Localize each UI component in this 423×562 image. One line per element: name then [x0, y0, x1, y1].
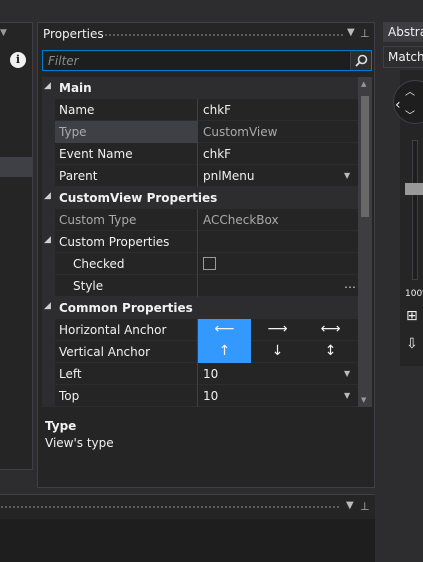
pin-icon[interactable]: ⊥ [360, 500, 370, 513]
collapse-icon[interactable]: ◢ [44, 81, 51, 91]
left-pane-header: ▼ [0, 23, 33, 47]
abstract-designer-tab[interactable]: Abstra [383, 22, 423, 42]
property-name: Checked [73, 257, 125, 271]
bottom-panel-grip[interactable] [0, 505, 340, 509]
titlebar-grip [104, 33, 344, 37]
property-value[interactable]: chkF [203, 103, 231, 117]
category-common-properties[interactable]: ◢ Common Properties [42, 297, 358, 319]
property-name: Top [59, 389, 80, 403]
arrow-down-icon: ↓ [271, 343, 284, 359]
arrow-left-icon: ⟵ [214, 321, 235, 337]
match-button[interactable]: Match [383, 46, 423, 68]
download-icon[interactable]: ⇩ [406, 336, 418, 352]
anchor-bottom-button[interactable]: ↓ [251, 341, 304, 363]
properties-window: Properties ▼ ⊥ Filter ◢ Main Name chkF T… [37, 22, 375, 488]
collapse-icon[interactable]: ◢ [44, 191, 51, 201]
info-icon[interactable]: i [10, 52, 26, 68]
property-row-vertical-anchor[interactable]: Vertical Anchor ↑ ↓ ↕ [42, 341, 358, 363]
window-options-icon[interactable]: ▼ [347, 27, 355, 38]
property-grid-scrollbar[interactable]: ▲ ▼ [358, 77, 372, 407]
property-value[interactable]: 10 [203, 389, 218, 403]
pin-icon[interactable]: ⊥ [360, 27, 370, 40]
category-customview-properties[interactable]: ◢ CustomView Properties [42, 187, 358, 209]
scroll-down-icon[interactable]: ▼ [361, 396, 366, 404]
anchor-left-button[interactable]: ⟵ [198, 319, 251, 341]
window-title: Properties [43, 27, 104, 41]
search-icon [355, 54, 368, 67]
property-row-style[interactable]: Style … [42, 275, 358, 297]
property-value[interactable]: pnlMenu [203, 169, 255, 183]
dropdown-icon[interactable]: ▼ [344, 369, 350, 378]
fit-to-screen-icon[interactable]: ⊞ [406, 308, 418, 324]
anchor-both-button[interactable]: ⟷ [304, 319, 357, 341]
anchor-vertical-both-button[interactable]: ↕ [304, 341, 357, 363]
property-grid: ◢ Main Name chkF Type CustomView Event N… [42, 77, 358, 407]
zoom-slider-thumb[interactable] [405, 183, 423, 195]
property-row-custom-properties[interactable]: ◢ Custom Properties [42, 231, 358, 253]
bottom-panel: ▼ ⊥ [0, 494, 375, 562]
ellipsis-icon[interactable]: … [344, 277, 356, 291]
property-row-custom-type[interactable]: Custom Type ACCheckBox [42, 209, 358, 231]
anchor-top-button[interactable]: ↑ [198, 341, 251, 363]
filter-input[interactable]: Filter [42, 50, 372, 71]
property-row-type[interactable]: Type CustomView [42, 121, 358, 143]
arrow-right-icon: ⟶ [267, 321, 288, 337]
property-name: Style [73, 279, 104, 293]
window-options-icon[interactable]: ▼ [346, 500, 354, 511]
left-pane: ▼ i [0, 22, 33, 470]
filter-placeholder: Filter [48, 54, 79, 68]
property-value[interactable]: 10 [203, 367, 218, 381]
property-row-event-name[interactable]: Event Name chkF [42, 143, 358, 165]
property-row-parent[interactable]: Parent pnlMenu ▼ [42, 165, 358, 187]
property-row-horizontal-anchor[interactable]: Horizontal Anchor ⟵ ⟶ ⟷ [42, 319, 358, 341]
property-name: Custom Type [59, 213, 137, 227]
property-name: Custom Properties [59, 235, 170, 249]
property-row-top[interactable]: Top 10 ▼ [42, 385, 358, 407]
collapse-icon[interactable]: ◢ [44, 301, 51, 311]
property-name: Parent [59, 169, 98, 183]
zoom-slider[interactable] [412, 140, 418, 280]
property-name: Name [59, 103, 95, 117]
property-value: CustomView [203, 125, 278, 139]
property-row-name[interactable]: Name chkF [42, 99, 358, 121]
property-row-checked[interactable]: Checked [42, 253, 358, 275]
category-label: Main [59, 81, 92, 95]
arrow-up-icon: ↑ [218, 343, 231, 359]
property-name: Horizontal Anchor [59, 323, 167, 337]
chevron-down-icon[interactable]: ▼ [0, 28, 7, 38]
property-value: ACCheckBox [203, 213, 279, 227]
scroll-up-icon[interactable]: ▲ [361, 80, 366, 88]
property-name: Type [59, 125, 87, 139]
arrow-up-down-icon: ↕ [324, 343, 337, 359]
anchor-right-button[interactable]: ⟶ [251, 319, 304, 341]
tab-label: Abstra [388, 25, 423, 39]
bottom-panel-content [0, 519, 375, 562]
collapse-icon[interactable]: ◢ [44, 235, 51, 245]
pan-arrows-icon: ︿ ‹ ﹀ [395, 87, 415, 122]
property-name: Vertical Anchor [59, 345, 151, 359]
dropdown-icon[interactable]: ▼ [344, 391, 350, 400]
description-text: View's type [45, 436, 114, 450]
description-title: Type [45, 419, 77, 433]
zoom-level: 100% [405, 289, 423, 299]
property-row-left[interactable]: Left 10 ▼ [42, 363, 358, 385]
category-label: CustomView Properties [59, 191, 218, 205]
property-name: Event Name [59, 147, 133, 161]
property-name: Left [59, 367, 82, 381]
category-main[interactable]: ◢ Main [42, 77, 358, 99]
scrollbar-thumb[interactable] [361, 96, 369, 217]
match-label: Match [388, 50, 423, 64]
property-value[interactable]: chkF [203, 147, 231, 161]
left-pane-selected-row[interactable] [0, 157, 32, 177]
arrow-left-right-icon: ⟷ [320, 321, 341, 337]
category-label: Common Properties [59, 301, 193, 315]
search-button[interactable] [350, 51, 371, 70]
dropdown-icon[interactable]: ▼ [344, 171, 350, 180]
checked-checkbox[interactable] [203, 257, 216, 270]
properties-titlebar[interactable]: Properties ▼ ⊥ [38, 23, 374, 45]
